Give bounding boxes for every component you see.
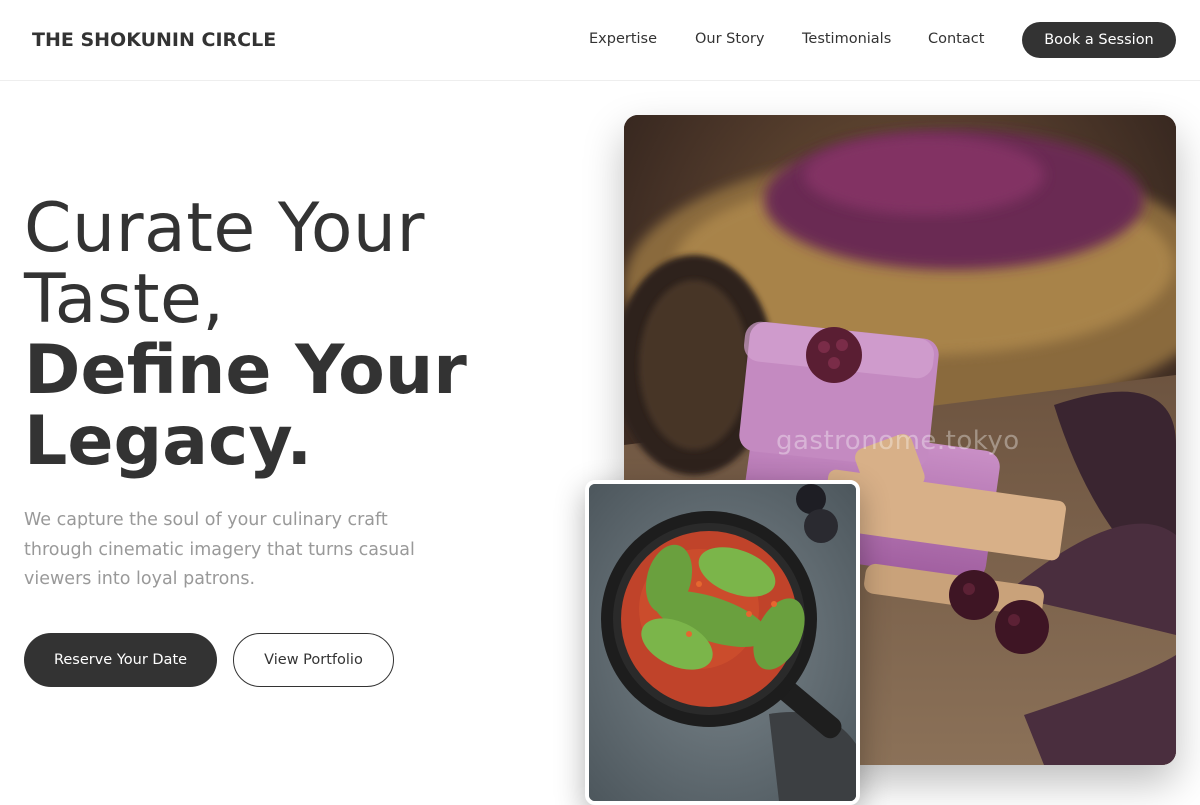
headline-line-1: Curate Your: [24, 189, 425, 268]
reserve-date-button[interactable]: Reserve Your Date: [24, 633, 217, 687]
book-session-button[interactable]: Book a Session: [1022, 22, 1176, 58]
headline-line-3: Define Your: [24, 331, 467, 410]
cabbage-rolls-skillet-photo: [589, 484, 856, 801]
brand-logo[interactable]: THE SHOKUNIN CIRCLE: [32, 29, 276, 51]
site-header: THE SHOKUNIN CIRCLE Expertise Our Story …: [0, 0, 1200, 81]
nav-link-our-story[interactable]: Our Story: [695, 31, 764, 47]
secondary-food-image: [585, 480, 860, 805]
headline-line-4: Legacy.: [24, 402, 313, 481]
view-portfolio-button[interactable]: View Portfolio: [233, 633, 394, 687]
nav-link-testimonials[interactable]: Testimonials: [802, 31, 891, 47]
image-watermark: gastronome.tokyo: [776, 426, 1020, 456]
nav-link-contact[interactable]: Contact: [928, 31, 984, 47]
nav-link-expertise[interactable]: Expertise: [589, 31, 657, 47]
hero-subtext: We capture the soul of your culinary cra…: [24, 510, 415, 589]
hero-headline: Curate Your Taste, Define Your Legacy.: [24, 193, 467, 477]
headline-line-2: Taste,: [24, 260, 225, 339]
